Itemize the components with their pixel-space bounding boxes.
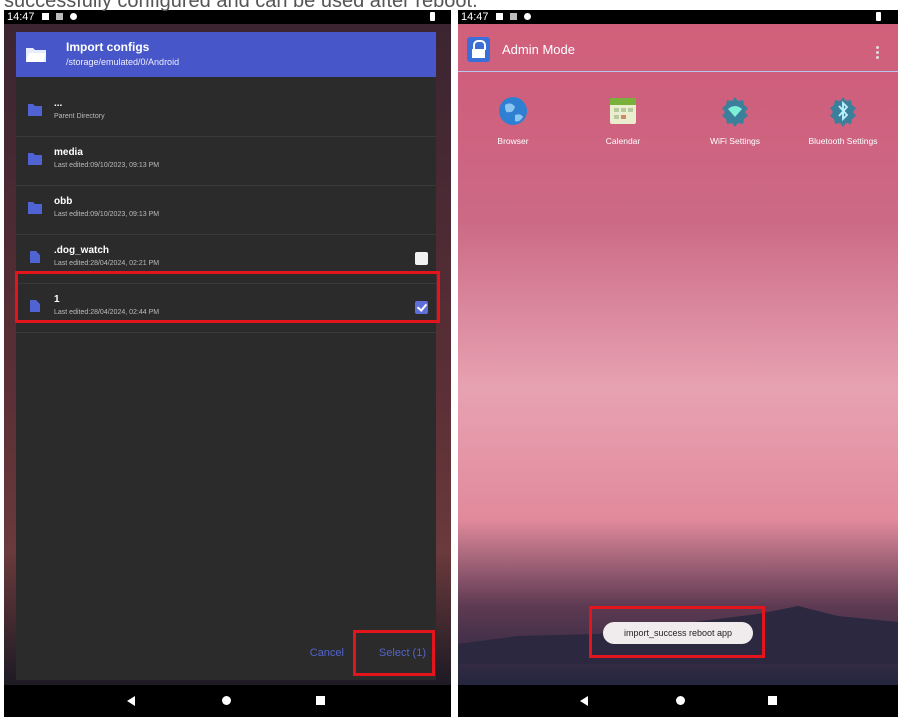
app-wifi-settings[interactable]: WiFi Settings bbox=[685, 95, 785, 146]
keyboard-icon bbox=[510, 13, 517, 20]
item-checkbox[interactable] bbox=[415, 252, 428, 265]
folder-icon bbox=[28, 202, 42, 214]
left-screen: 14:47 Import configs /storage/emulated/0… bbox=[4, 10, 451, 717]
app-title: Admin Mode bbox=[502, 42, 575, 57]
navigation-bar bbox=[458, 685, 898, 717]
dialog-header: Import configs /storage/emulated/0/Andro… bbox=[16, 32, 436, 77]
highlight-select-button bbox=[353, 630, 435, 676]
notification-icon bbox=[496, 13, 503, 20]
dialog-title: Import configs bbox=[66, 40, 150, 54]
item-meta: Last edited:09/10/2023, 09:13 PM bbox=[54, 211, 160, 218]
item-meta: Last edited:28/04/2024, 02:21 PM bbox=[54, 260, 160, 267]
settings-icon bbox=[70, 13, 77, 20]
app-bar: Admin Mode bbox=[458, 24, 898, 72]
back-icon[interactable] bbox=[127, 696, 135, 706]
recents-icon[interactable] bbox=[768, 696, 777, 705]
right-screen: 14:47 Admin Mode Browser Calendar WiFi S… bbox=[458, 10, 898, 717]
folder-icon bbox=[28, 153, 42, 165]
cancel-button[interactable]: Cancel bbox=[310, 647, 344, 659]
globe-icon bbox=[499, 97, 527, 125]
highlight-toast bbox=[589, 606, 765, 658]
battery-icon bbox=[430, 12, 435, 21]
more-options-icon[interactable] bbox=[876, 46, 880, 62]
app-label: Browser bbox=[497, 136, 529, 146]
import-configs-dialog: Import configs /storage/emulated/0/Andro… bbox=[16, 32, 436, 680]
list-item-parent-directory[interactable]: ... Parent Directory bbox=[16, 88, 436, 137]
item-name: .dog_watch bbox=[54, 245, 110, 256]
battery-icon bbox=[876, 12, 881, 21]
navigation-bar bbox=[4, 685, 451, 717]
app-bluetooth-settings[interactable]: Bluetooth Settings bbox=[793, 95, 893, 146]
wifi-settings-icon bbox=[722, 97, 748, 127]
app-label: Bluetooth Settings bbox=[808, 136, 878, 146]
item-name: obb bbox=[54, 196, 73, 207]
highlight-selected-item bbox=[15, 271, 440, 323]
item-meta: Last edited:09/10/2023, 09:13 PM bbox=[54, 162, 160, 169]
item-name: media bbox=[54, 147, 83, 158]
keyboard-icon bbox=[56, 13, 63, 20]
list-item-media[interactable]: media Last edited:09/10/2023, 09:13 PM bbox=[16, 137, 436, 186]
status-bar: 14:47 bbox=[4, 10, 451, 24]
home-icon[interactable] bbox=[222, 696, 231, 705]
list-item-obb[interactable]: obb Last edited:09/10/2023, 09:13 PM bbox=[16, 186, 436, 235]
notification-icon bbox=[42, 13, 49, 20]
file-icon bbox=[30, 251, 40, 263]
home-icon[interactable] bbox=[676, 696, 685, 705]
app-browser[interactable]: Browser bbox=[463, 95, 563, 146]
folder-icon bbox=[28, 104, 42, 116]
status-bar: 14:47 bbox=[458, 10, 898, 24]
caption-text: successfully configured and can be used … bbox=[4, 0, 478, 11]
settings-icon bbox=[524, 13, 531, 20]
open-folder-icon bbox=[26, 48, 46, 62]
item-name: ... bbox=[54, 98, 63, 109]
status-time: 14:47 bbox=[461, 11, 489, 23]
app-label: Calendar bbox=[605, 136, 641, 146]
back-icon[interactable] bbox=[580, 696, 588, 706]
dialog-path: /storage/emulated/0/Android bbox=[66, 57, 180, 67]
lock-icon bbox=[467, 37, 490, 62]
calendar-icon bbox=[610, 98, 636, 124]
bluetooth-settings-icon bbox=[830, 97, 856, 127]
status-time: 14:47 bbox=[7, 11, 35, 23]
item-meta: Parent Directory bbox=[54, 113, 105, 120]
app-calendar[interactable]: Calendar bbox=[573, 95, 673, 146]
recents-icon[interactable] bbox=[316, 696, 325, 705]
app-label: WiFi Settings bbox=[709, 136, 761, 146]
